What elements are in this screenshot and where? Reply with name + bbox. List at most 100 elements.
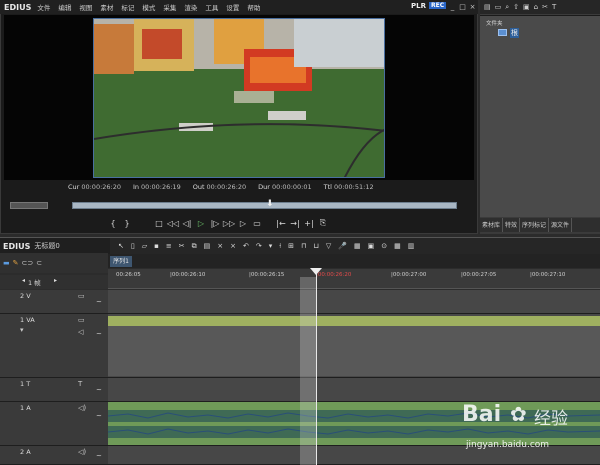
tab-sequence-markers[interactable]: 序列标记 [520, 218, 550, 232]
play-icon[interactable]: ▷ [194, 216, 208, 230]
snap-icon[interactable]: ⊓ [301, 242, 306, 250]
track-lane-2v[interactable] [108, 290, 600, 314]
speaker-icon[interactable]: ◁) [78, 448, 86, 456]
properties-icon[interactable]: T [552, 3, 556, 11]
new-sequence-icon[interactable]: ▯ [131, 242, 135, 250]
track-header-2a[interactable]: 2 A ◁) ~ [0, 446, 108, 465]
track-header-2v[interactable]: 2 V ▭ ~ [0, 290, 108, 314]
playhead-marker[interactable] [310, 268, 322, 275]
sync-icon[interactable]: ⊂ [36, 259, 42, 267]
rec-mode-button[interactable]: REC [429, 2, 447, 9]
sync-lock-icon[interactable]: ⊔ [313, 242, 318, 250]
ruler-scale-left-icon[interactable]: ◂ [22, 277, 25, 284]
plr-mode-button[interactable]: PLR [411, 2, 426, 10]
replace-clip-icon[interactable]: +| [302, 216, 316, 230]
track-expand-icon[interactable]: ~ [96, 330, 102, 338]
add-clip-icon[interactable]: ▣ [523, 3, 530, 11]
audio-mixer-icon[interactable]: ▦ [354, 242, 361, 250]
menu-capture[interactable]: 采集 [163, 2, 176, 12]
save-icon[interactable]: ▪ [154, 242, 159, 250]
set-in-icon[interactable]: { [106, 216, 120, 230]
vectorscope-icon[interactable]: ▣ [368, 242, 375, 250]
menu-clip[interactable]: 素材 [100, 2, 113, 12]
menu-settings[interactable]: 设置 [226, 2, 239, 12]
menu-edit[interactable]: 编辑 [58, 2, 71, 12]
track-header-1t[interactable]: 1 T T ~ [0, 378, 108, 402]
maximize-icon[interactable]: □ [458, 3, 467, 12]
minimize-icon[interactable]: _ [448, 3, 457, 12]
cut-icon[interactable]: ✂ [542, 3, 548, 11]
microphone-icon[interactable]: 🎤 [338, 242, 347, 250]
split-icon[interactable]: ⟊ [279, 242, 281, 251]
delete-icon[interactable]: × [217, 242, 223, 250]
search-icon[interactable]: ⌕ [505, 3, 509, 12]
set-out-icon[interactable]: } [120, 216, 134, 230]
cut-icon[interactable]: ✂ [179, 242, 185, 250]
track-lane-1t[interactable] [108, 378, 600, 402]
track-header-1a[interactable]: 1 A ◁) ~ [0, 402, 108, 446]
loop-icon[interactable]: ▷ [236, 216, 250, 230]
speaker-icon[interactable]: ◁) [78, 404, 86, 412]
menu-file[interactable]: 文件 [37, 2, 50, 12]
open-file-icon[interactable]: ⌂ [534, 3, 538, 11]
new-folder-icon[interactable]: ▭ [495, 3, 502, 11]
menu-mode[interactable]: 模式 [142, 2, 155, 12]
menu-tools[interactable]: 工具 [205, 2, 218, 12]
root-folder-item[interactable]: 根 [510, 28, 519, 38]
video-track-icon[interactable]: ▭ [78, 316, 85, 324]
track-header-1va[interactable]: 1 VA ▭ ◁ ~ ▾ [0, 314, 108, 378]
insert-to-timeline-icon[interactable]: |← [274, 216, 288, 230]
group-icon[interactable]: ⊞ [288, 242, 294, 250]
audio-clip-area[interactable] [108, 326, 600, 376]
track-expand-icon[interactable]: ~ [96, 412, 102, 420]
settings-icon[interactable]: ≡ [166, 242, 172, 250]
audio-track-icon[interactable]: ◁ [78, 328, 83, 336]
shuttle-slider[interactable] [10, 202, 48, 209]
up-folder-icon[interactable]: ⇧ [513, 3, 519, 11]
add-marker-icon[interactable]: ▾ [269, 242, 273, 250]
track-expand-icon[interactable]: ~ [96, 298, 102, 306]
open-project-icon[interactable]: ▱ [142, 242, 147, 250]
copy-icon[interactable]: ⧉ [192, 242, 197, 251]
overwrite-to-timeline-icon[interactable]: →| [288, 216, 302, 230]
track-expand-icon[interactable]: ~ [96, 452, 102, 460]
mode-icon[interactable]: ↖ [118, 242, 124, 250]
menu-render[interactable]: 渲染 [184, 2, 197, 12]
paste-icon[interactable]: ▤ [204, 242, 211, 250]
track-lane-1va[interactable] [108, 314, 600, 378]
rewind-icon[interactable]: ◁◁ [166, 216, 180, 230]
sequence-tab[interactable]: 序列1 [110, 256, 132, 267]
timeline-ruler[interactable]: 00:26:05 |00:00:26:10 |00:00:26:15 |00:0… [108, 269, 600, 289]
title-track-icon[interactable]: T [78, 380, 82, 388]
playhead-line[interactable] [316, 270, 317, 465]
video-clip[interactable] [108, 316, 600, 326]
stop-icon[interactable]: □ [152, 216, 166, 230]
export-icon[interactable]: ⎘ [316, 216, 330, 230]
menu-marker[interactable]: 标记 [121, 2, 134, 12]
mark-icon[interactable]: ▽ [326, 242, 331, 250]
razor-icon[interactable]: ✎ [13, 259, 19, 267]
position-scrub-bar[interactable] [72, 202, 457, 209]
menu-help[interactable]: 帮助 [247, 2, 260, 12]
ruler-scale-right-icon[interactable]: ▸ [54, 277, 57, 284]
close-icon[interactable]: × [468, 3, 477, 12]
ripple-delete-icon[interactable]: × [230, 242, 236, 250]
ruler-scale-select[interactable]: 1 帧 [28, 277, 41, 287]
output-icon[interactable]: ▭ [250, 216, 264, 230]
render-icon[interactable]: ⊙ [381, 242, 387, 250]
redo-icon[interactable]: ↷ [256, 242, 262, 250]
track-collapse-icon[interactable]: ▾ [20, 326, 24, 334]
tab-effects[interactable]: 特效 [503, 218, 521, 232]
video-track-icon[interactable]: ▭ [78, 292, 85, 300]
scrub-handle-icon[interactable]: ⬇ [266, 199, 274, 209]
tab-source[interactable]: 源文件 [549, 218, 573, 232]
step-forward-icon[interactable]: |▷ [208, 216, 222, 230]
fast-forward-icon[interactable]: ▷▷ [222, 216, 236, 230]
grid-icon[interactable]: ▦ [394, 242, 401, 250]
link-icon[interactable]: ⊂⊃ [22, 259, 34, 267]
folder-tree-icon[interactable]: ▤ [484, 3, 491, 11]
step-back-icon[interactable]: ◁| [180, 216, 194, 230]
undo-icon[interactable]: ↶ [243, 242, 249, 250]
tab-bin[interactable]: 素材库 [480, 218, 504, 232]
track-select-icon[interactable]: ▬ [3, 259, 10, 267]
